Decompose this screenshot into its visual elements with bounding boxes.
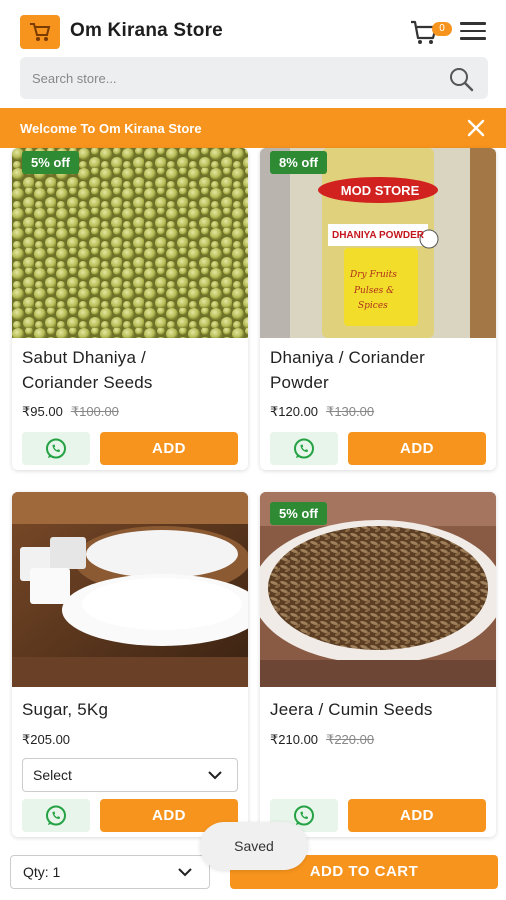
whatsapp-button[interactable] [22,799,90,832]
store-logo[interactable] [20,15,60,49]
add-button[interactable]: ADD [348,799,486,832]
product-name-line: Dhaniya / Coriander [270,348,425,367]
whatsapp-icon [294,438,314,458]
discount-badge: 8% off [270,151,327,174]
app-header: Om Kirana Store 0 [0,0,506,108]
product-image-coriander-seeds[interactable] [12,148,248,338]
svg-text:Dry Fruits: Dry Fruits [349,270,397,280]
whatsapp-icon [46,805,66,825]
search-input[interactable] [20,57,440,99]
whatsapp-button[interactable] [270,432,338,465]
product-name[interactable]: Jeera / Cumin Seeds [270,697,433,722]
product-price: ₹95.00 [22,404,63,419]
welcome-banner: Welcome To Om Kirana Store [0,108,506,148]
whatsapp-icon [46,438,66,458]
price-row: ₹210.00 ₹220.00 [270,732,374,748]
product-image-coriander-powder[interactable]: Dry Fruits Pulses & Spices MOD STORE DHA… [260,148,496,338]
product-name-line: Coriander Seeds [22,373,153,392]
store-logo-icon [30,23,51,41]
store-name[interactable]: Om Kirana Store [70,20,223,42]
price-row: ₹120.00 ₹130.00 [270,404,374,420]
chevron-down-icon [178,868,192,877]
product-name-line: Sabut Dhaniya / [22,348,146,367]
product-price: ₹120.00 [270,404,319,419]
search-bar [20,57,488,99]
product-mrp: ₹130.00 [326,404,375,419]
svg-text:Pulses &: Pulses & [353,286,394,296]
product-price: ₹205.00 [22,732,71,747]
package-brand: MOD STORE [340,183,420,198]
product-mrp: ₹220.00 [326,732,375,747]
chevron-down-icon [208,771,222,780]
product-card[interactable]: 5% off Jeera / Cumin Seeds ₹210.00 ₹220.0… [260,492,496,837]
product-image-sugar[interactable] [12,492,248,687]
whatsapp-icon [294,805,314,825]
discount-badge: 5% off [270,502,327,525]
saved-toast: Saved [200,822,308,870]
product-price: ₹210.00 [270,732,319,747]
product-name[interactable]: Dhaniya / Coriander Powder [270,345,425,395]
variant-select[interactable]: Select [22,758,238,792]
cart-count-badge: 0 [432,22,452,36]
product-card[interactable]: 5% off Sabut Dhaniya / Coriander Seeds ₹… [12,148,248,470]
quantity-value: Qty: 1 [23,864,61,880]
banner-text: Welcome To Om Kirana Store [20,121,202,136]
menu-icon[interactable] [460,22,486,42]
product-mrp: ₹100.00 [70,404,119,419]
product-name[interactable]: Sugar, 5Kg [22,697,108,722]
svg-text:Spices: Spices [358,301,388,311]
product-card[interactable]: Dry Fruits Pulses & Spices MOD STORE DHA… [260,148,496,470]
price-row: ₹95.00 ₹100.00 [22,404,119,420]
whatsapp-button[interactable] [22,432,90,465]
quantity-select[interactable]: Qty: 1 [10,855,210,889]
close-icon[interactable] [466,118,486,138]
discount-badge: 5% off [22,151,79,174]
product-card[interactable]: Sugar, 5Kg ₹205.00 Select ADD [12,492,248,837]
add-button[interactable]: ADD [348,432,486,465]
variant-select-value: Select [33,767,72,783]
package-label: DHANIYA POWDER [331,230,425,241]
product-name[interactable]: Sabut Dhaniya / Coriander Seeds [22,345,153,395]
product-name-line: Powder [270,373,329,392]
price-row: ₹205.00 [22,732,70,748]
add-button[interactable]: ADD [100,432,238,465]
search-icon[interactable] [448,66,474,92]
